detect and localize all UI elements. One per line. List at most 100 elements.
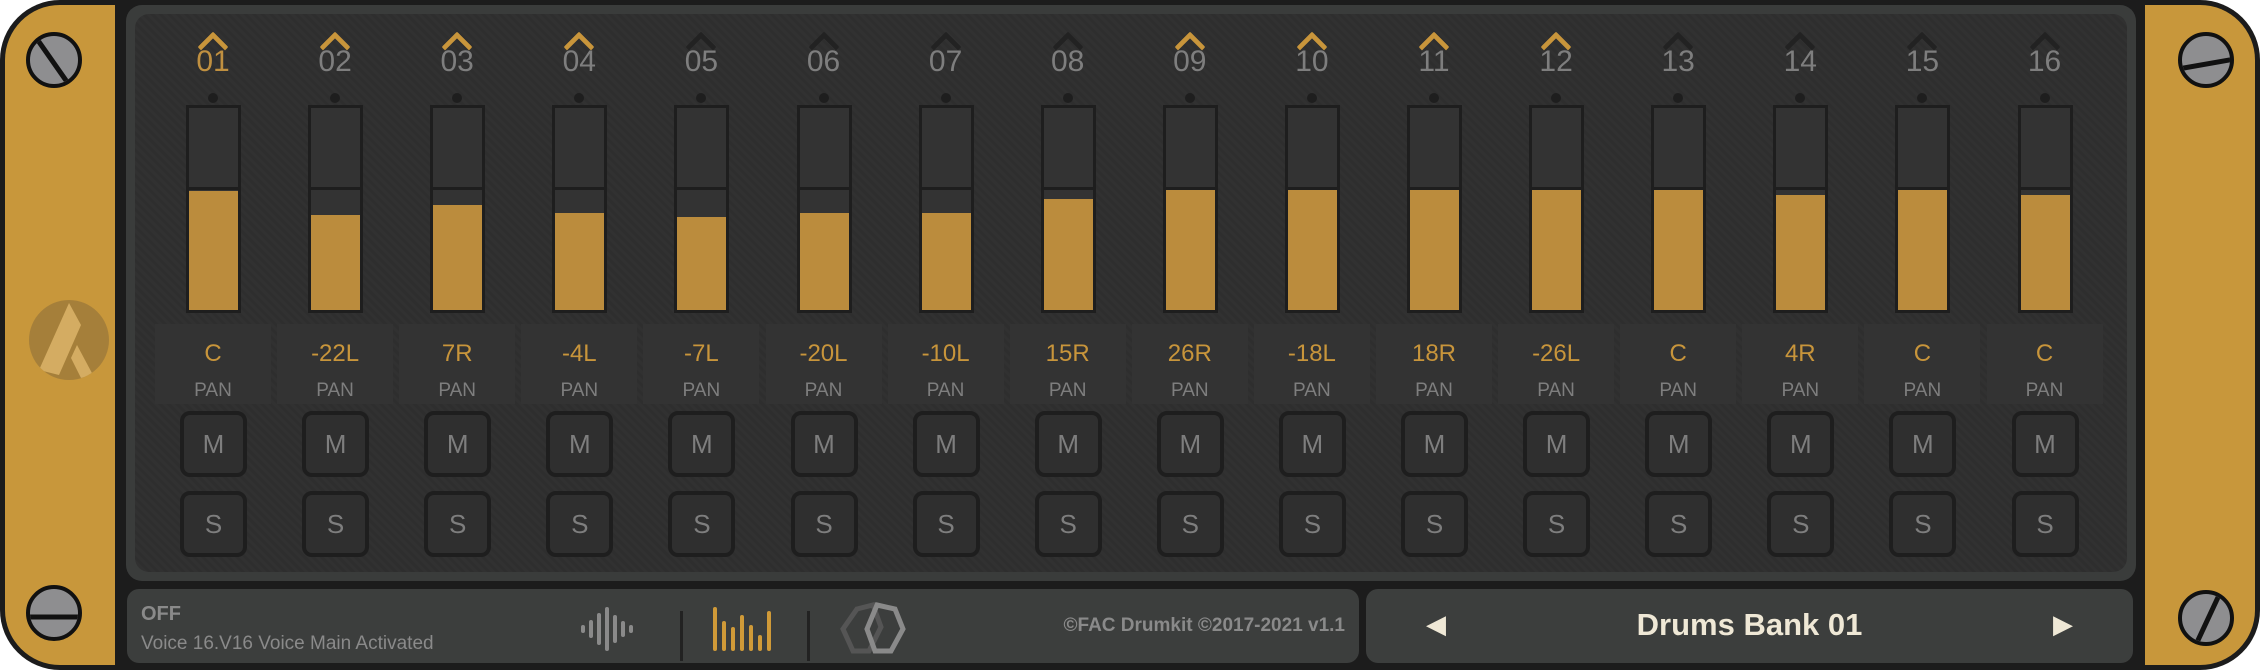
mute-button[interactable]: M: [1401, 411, 1468, 477]
channel-strip-03: 03 7R PAN M S: [399, 14, 516, 574]
solo-button[interactable]: S: [1401, 491, 1468, 557]
pan-label: PAN: [560, 380, 599, 401]
pan-label: PAN: [1659, 380, 1698, 401]
pan-value: 15R: [1045, 340, 1090, 367]
volume-fader[interactable]: [2017, 105, 2073, 313]
channel-strip-16: 16 C PAN M S: [1986, 14, 2103, 574]
channel-strip-12: 12 -26L PAN M S: [1498, 14, 1615, 574]
channel-number[interactable]: 08: [1010, 45, 1126, 79]
activity-led: [1184, 93, 1195, 103]
hexagon-icon[interactable]: [839, 601, 909, 657]
channel-number[interactable]: 09: [1132, 45, 1248, 79]
mute-button[interactable]: M: [1889, 411, 1957, 477]
mute-button[interactable]: M: [1156, 411, 1224, 477]
left-side-panel: [5, 5, 115, 665]
solo-button[interactable]: S: [1889, 491, 1957, 557]
channel-number[interactable]: 07: [888, 45, 1004, 79]
pan-value: -10L: [921, 340, 970, 367]
activity-led: [330, 93, 341, 103]
solo-button[interactable]: S: [1034, 491, 1102, 557]
pan-value: 18R: [1411, 340, 1457, 367]
solo-button[interactable]: S: [790, 491, 858, 557]
channel-strips: 01 C PAN M S 02 -22L PAN M S 03 7R PAN M…: [135, 14, 2127, 572]
volume-fader[interactable]: [552, 105, 608, 313]
solo-button[interactable]: S: [1645, 491, 1713, 557]
channel-number[interactable]: 16: [1987, 45, 2103, 79]
solo-button[interactable]: S: [424, 491, 492, 557]
mute-button[interactable]: M: [180, 411, 247, 477]
volume-fader[interactable]: [796, 105, 852, 313]
mute-button[interactable]: M: [790, 411, 858, 477]
mute-button[interactable]: M: [302, 411, 370, 477]
volume-fader[interactable]: [186, 105, 241, 313]
channel-number[interactable]: 04: [521, 45, 637, 79]
mute-button[interactable]: M: [668, 411, 736, 477]
solo-button[interactable]: S: [1156, 491, 1224, 557]
volume-fader[interactable]: [1407, 105, 1462, 313]
bank-name: Drums Bank 01: [1636, 607, 1863, 642]
mute-button[interactable]: M: [912, 411, 980, 477]
channel-number[interactable]: 10: [1254, 45, 1370, 79]
volume-fader[interactable]: [308, 105, 364, 313]
channel-number[interactable]: 14: [1742, 45, 1858, 79]
channel-strip-09: 09 26R PAN M S: [1131, 14, 1248, 574]
pan-value: -4L: [561, 340, 597, 367]
mute-button[interactable]: M: [1523, 411, 1591, 477]
volume-fader[interactable]: [430, 105, 486, 313]
status-bar: OFF Voice 16.V16 Voice Main Activated ©F…: [127, 589, 1359, 663]
volume-fill: [433, 204, 483, 310]
divider: [807, 611, 810, 661]
mute-button[interactable]: M: [1278, 411, 1346, 477]
volume-fader[interactable]: [1040, 105, 1096, 313]
channel-number[interactable]: 03: [399, 45, 515, 79]
right-side-panel: [2145, 5, 2255, 665]
volume-fader[interactable]: [918, 105, 974, 313]
solo-button[interactable]: S: [2011, 491, 2079, 557]
volume-fill: [1043, 198, 1093, 310]
solo-button[interactable]: S: [912, 491, 980, 557]
mute-button[interactable]: M: [1034, 411, 1102, 477]
solo-button[interactable]: S: [1278, 491, 1346, 557]
pan-value: -20L: [799, 340, 848, 367]
voice-status: Voice 16.V16 Voice Main Activated: [141, 633, 434, 654]
mute-button[interactable]: M: [1645, 411, 1713, 477]
mute-button[interactable]: M: [1767, 411, 1835, 477]
activity-led: [1429, 93, 1439, 103]
volume-fader[interactable]: [1529, 105, 1585, 313]
channel-number[interactable]: 02: [277, 45, 393, 79]
solo-button[interactable]: S: [546, 491, 614, 557]
volume-fader[interactable]: [674, 105, 730, 313]
volume-fader[interactable]: [1773, 105, 1829, 313]
mixer-bars-icon[interactable]: [712, 607, 772, 651]
pan-label: PAN: [1903, 380, 1942, 401]
channel-number[interactable]: 06: [766, 45, 882, 79]
volume-fader[interactable]: [1284, 105, 1340, 313]
pan-label: PAN: [1048, 380, 1087, 401]
unity-marker: [1776, 187, 1826, 190]
activity-led: [818, 93, 829, 103]
channel-number[interactable]: 11: [1376, 45, 1492, 79]
volume-fader[interactable]: [1162, 105, 1218, 313]
channel-number[interactable]: 15: [1864, 45, 1980, 79]
solo-button[interactable]: S: [180, 491, 247, 557]
volume-fader[interactable]: [1651, 105, 1707, 313]
channel-number[interactable]: 05: [643, 45, 759, 79]
solo-button[interactable]: S: [1767, 491, 1835, 557]
channel-number[interactable]: 13: [1620, 45, 1736, 79]
next-bank-button[interactable]: ▶: [2053, 609, 2073, 640]
mute-button[interactable]: M: [2011, 411, 2079, 477]
volume-fader[interactable]: [1895, 105, 1951, 313]
pan-value: -26L: [1532, 340, 1581, 367]
volume-fill: [1287, 188, 1337, 310]
mute-button[interactable]: M: [424, 411, 492, 477]
channel-number[interactable]: 01: [155, 45, 271, 79]
solo-button[interactable]: S: [302, 491, 370, 557]
channel-number[interactable]: 12: [1498, 45, 1614, 79]
mute-button[interactable]: M: [546, 411, 614, 477]
pan-value: 7R: [441, 340, 473, 367]
solo-button[interactable]: S: [668, 491, 736, 557]
pan-label: PAN: [2025, 380, 2064, 401]
solo-button[interactable]: S: [1523, 491, 1591, 557]
unity-marker: [311, 187, 361, 190]
waveform-icon[interactable]: [579, 607, 635, 651]
